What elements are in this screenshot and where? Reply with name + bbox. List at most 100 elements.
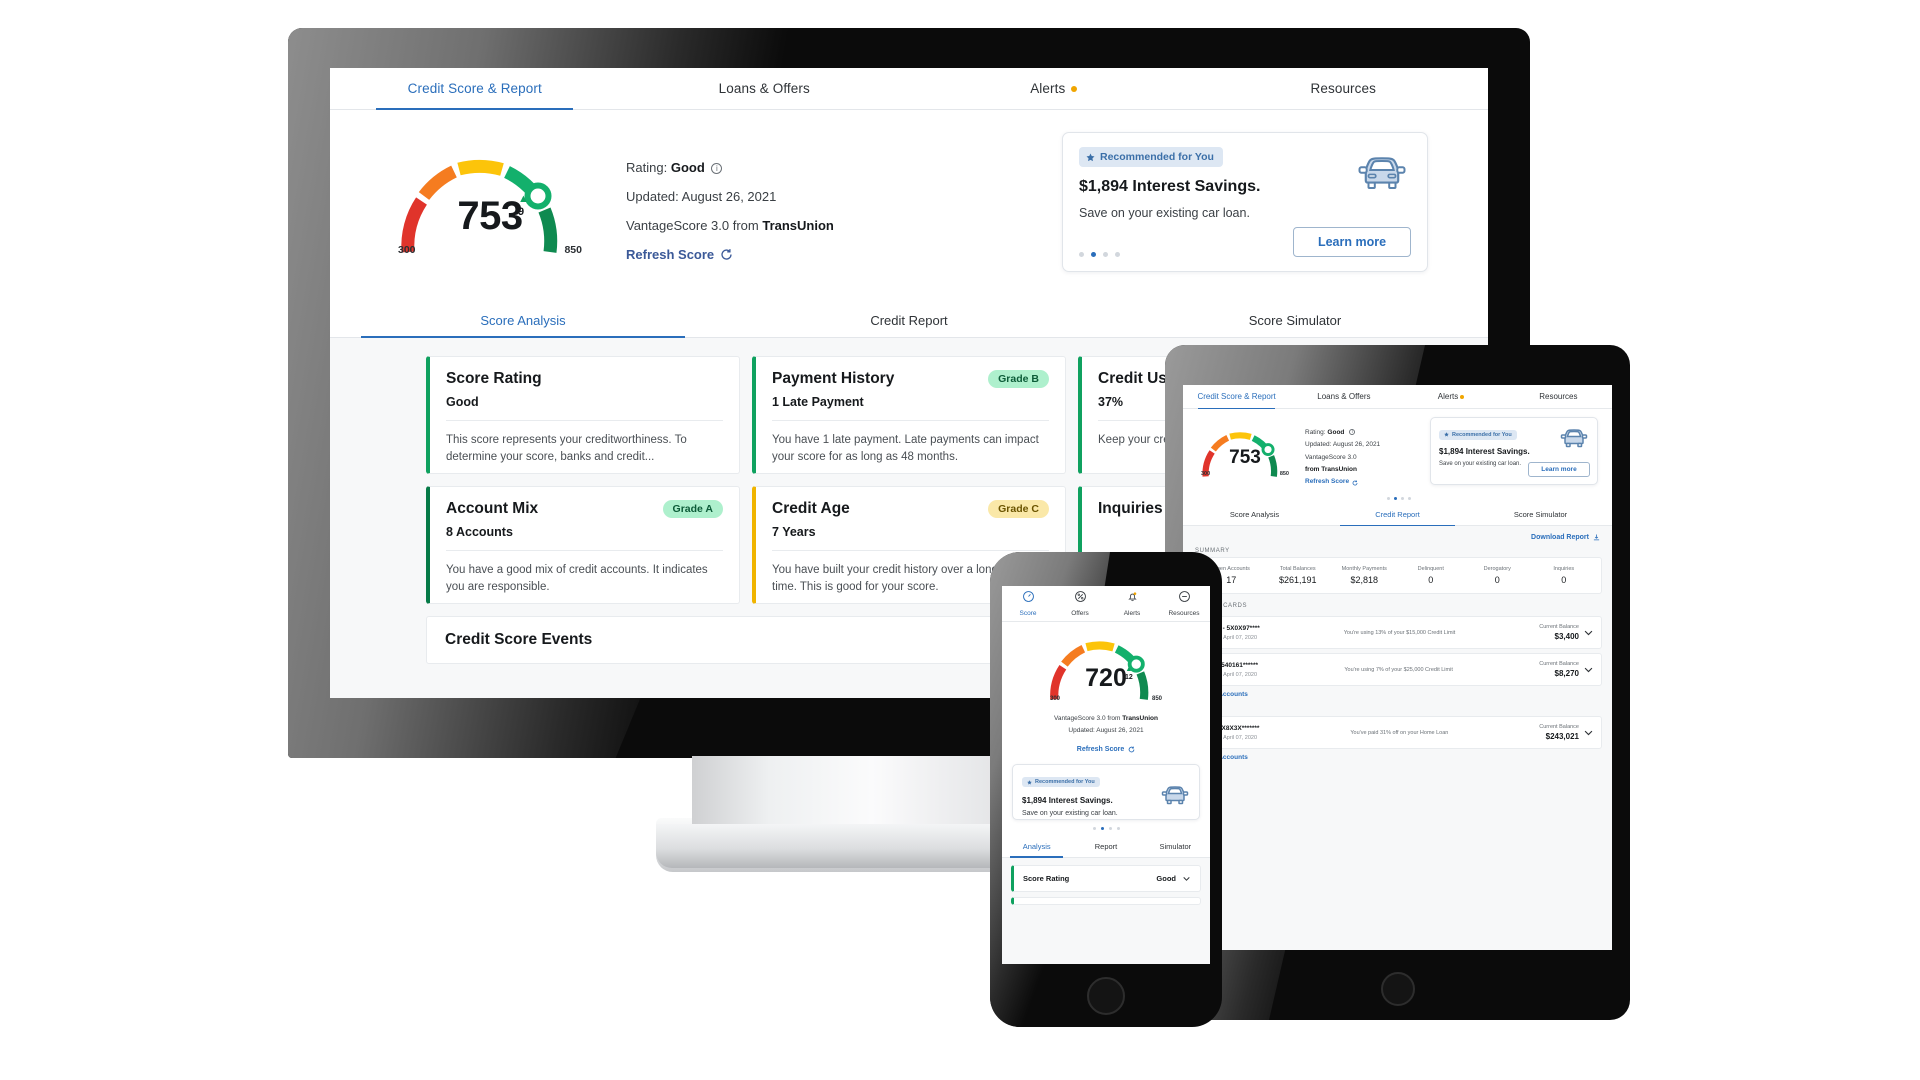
rating-value: Good xyxy=(1327,429,1345,436)
carousel-dot-active[interactable] xyxy=(1393,497,1397,500)
card-header: Credit Age Grade C xyxy=(772,500,1049,518)
carousel-dot-active[interactable] xyxy=(1091,252,1096,257)
closed-accounts-link[interactable]: Closed Accounts xyxy=(1193,686,1602,701)
closed-accounts-link[interactable]: Closed Accounts xyxy=(1193,749,1602,764)
tablet-subtab-credit-report[interactable]: Credit Report xyxy=(1326,504,1469,526)
grade-badge: Grade B xyxy=(988,370,1049,388)
tab-alerts[interactable]: Alerts xyxy=(909,68,1199,109)
account-row[interactable]: ASE - 540161****** updated April 07, 202… xyxy=(1193,653,1602,686)
carousel-dot[interactable] xyxy=(1116,826,1120,830)
recommended-badge: Recommended for You xyxy=(1439,429,1517,440)
tablet-home-button[interactable] xyxy=(1380,972,1415,1006)
learn-more-button[interactable]: Learn more xyxy=(1293,227,1411,257)
credit-cards-section-label: CREDIT CARDS xyxy=(1195,603,1248,609)
phone-nav-score[interactable]: Score xyxy=(1002,590,1054,617)
offers-tag-icon xyxy=(1074,591,1086,602)
recommended-badge: Recommended for You xyxy=(1022,777,1100,788)
estate-section-label: ESTATE xyxy=(1193,701,1602,712)
row-value: Good xyxy=(1156,874,1191,883)
factor-card-score-rating[interactable]: Score Rating Good This score represents … xyxy=(426,356,740,474)
carousel-dot[interactable] xyxy=(1103,252,1108,257)
download-report-link[interactable]: Download Report xyxy=(1193,532,1602,546)
phone-tab-simulator[interactable]: Simulator xyxy=(1141,836,1210,857)
summary-cell-derogatory: Derogatory 0 xyxy=(1483,566,1511,585)
phone-carousel-dots[interactable] xyxy=(1002,826,1210,830)
phone-list-item-score-rating[interactable]: Score Rating Good xyxy=(1011,864,1201,892)
promo-subtitle: Save on your existing car loan. xyxy=(1079,206,1250,220)
carousel-dot[interactable] xyxy=(1079,252,1084,257)
phone-score-hero: 720 ▲ 12 300 850 VantageScore 3.0 from T… xyxy=(1002,622,1210,756)
tablet-tab-resources[interactable]: Resources xyxy=(1505,385,1612,408)
card-value: 1 Late Payment xyxy=(772,395,864,409)
factor-card-account-mix[interactable]: Account Mix Grade A 8 Accounts You have … xyxy=(426,486,740,604)
tab-credit-score-report[interactable]: Credit Score & Report xyxy=(330,68,620,110)
carousel-dot[interactable] xyxy=(1108,826,1112,830)
gauge-min-label: 300 xyxy=(398,244,416,256)
phone-tab-report[interactable]: Report xyxy=(1071,836,1140,857)
credit-score-gauge: 753 ▲ 9 300 850 xyxy=(390,132,590,258)
bureau-line-2: from TransUnion xyxy=(1305,466,1358,474)
carousel-dot[interactable] xyxy=(1092,826,1096,830)
info-icon[interactable]: i xyxy=(1349,429,1356,435)
alerts-badge-icon xyxy=(1071,85,1078,92)
phone-bottom-nav: Score Offers Alerts Resources xyxy=(1002,586,1210,622)
phone-list-item-partial[interactable] xyxy=(1011,896,1201,905)
phone-home-button[interactable] xyxy=(1087,977,1125,1015)
card-value: Good xyxy=(446,395,479,409)
gauge-max-label: 850 xyxy=(1151,696,1162,702)
tab-loans-offers[interactable]: Loans & Offers xyxy=(620,68,910,109)
promo-subtitle: Save on your existing car loan. xyxy=(1439,461,1522,467)
phone-refresh-score-link[interactable]: Refresh Score xyxy=(1077,746,1135,753)
rating-line: Rating: Good i xyxy=(1305,427,1380,439)
phone-analysis-list: Score Rating Good xyxy=(1002,857,1210,964)
phone-promo-card[interactable]: Recommended for You $1,894 Interest Savi… xyxy=(1012,763,1200,820)
account-row[interactable]: BANK - 5X0X97**** updated April 07, 2020… xyxy=(1193,616,1602,649)
phone-nav-offers[interactable]: Offers xyxy=(1054,590,1106,617)
tablet-tab-loans-offers[interactable]: Loans & Offers xyxy=(1290,385,1397,408)
carousel-dot[interactable] xyxy=(1407,497,1411,500)
tablet-carousel-dots[interactable] xyxy=(1183,497,1612,500)
phone-tab-analysis[interactable]: Analysis xyxy=(1002,836,1071,858)
subtab-score-analysis[interactable]: Score Analysis xyxy=(330,304,716,338)
tablet-tab-alerts[interactable]: Alerts xyxy=(1398,385,1505,408)
chevron-down-icon[interactable] xyxy=(1583,627,1594,638)
carousel-dot[interactable] xyxy=(1115,252,1120,257)
tab-resources[interactable]: Resources xyxy=(1199,68,1489,109)
updated-date: Updated: August 26, 2021 xyxy=(1305,441,1381,449)
tablet-promo-card[interactable]: Recommended for You $1,894 Interest Savi… xyxy=(1430,417,1598,485)
score-hero: 753 ▲ 9 300 850 Rating: Good i Updated: … xyxy=(330,110,1488,300)
phone-nav-resources[interactable]: Resources xyxy=(1158,590,1210,617)
tablet-subtab-score-simulator[interactable]: Score Simulator xyxy=(1469,504,1612,525)
summary-section-label: SUMMARY xyxy=(1195,548,1230,554)
refresh-score-link[interactable]: Refresh Score xyxy=(626,247,733,262)
chevron-down-icon[interactable] xyxy=(1583,727,1594,738)
card-title: Credit Age xyxy=(772,500,850,517)
gauge-score-delta: ▲ 9 xyxy=(518,193,529,218)
tablet-credit-score-gauge: 753 300 850 xyxy=(1197,417,1293,497)
carousel-dot[interactable] xyxy=(1386,497,1390,500)
carousel-dot-active[interactable] xyxy=(1100,826,1104,830)
carousel-dot[interactable] xyxy=(1400,497,1404,500)
phone-nav-alerts[interactable]: Alerts xyxy=(1106,590,1158,617)
tablet-subtab-score-analysis[interactable]: Score Analysis xyxy=(1183,504,1326,525)
grade-badge: Grade C xyxy=(988,500,1049,518)
chevron-down-icon[interactable] xyxy=(1583,664,1594,675)
card-description: This score represents your creditworthin… xyxy=(446,434,687,463)
subtab-credit-report[interactable]: Credit Report xyxy=(716,304,1102,337)
tablet-tab-credit-score-report[interactable]: Credit Score & Report xyxy=(1183,385,1290,409)
car-icon xyxy=(1355,147,1409,198)
row-label: Score Rating xyxy=(1023,873,1070,883)
chevron-down-icon[interactable] xyxy=(1182,874,1191,883)
tablet-sub-nav: Score Analysis Credit Report Score Simul… xyxy=(1183,504,1612,526)
promo-card[interactable]: Recommended for You $1,894 Interest Savi… xyxy=(1062,132,1428,272)
card-value: 7 Years xyxy=(772,525,816,539)
learn-more-button[interactable]: Learn more xyxy=(1528,462,1590,477)
card-divider xyxy=(446,420,723,421)
account-row[interactable]: HM - 7X8X3X******* updated April 07, 202… xyxy=(1193,716,1602,749)
subtab-score-simulator[interactable]: Score Simulator xyxy=(1102,304,1488,337)
info-icon[interactable]: i xyxy=(711,163,723,174)
account-balance: Current Balance $243,021 xyxy=(1539,724,1579,741)
factor-card-payment-history[interactable]: Payment History Grade B 1 Late Payment Y… xyxy=(752,356,1066,474)
refresh-score-link[interactable]: Refresh Score xyxy=(1305,476,1380,488)
refresh-icon xyxy=(721,249,732,260)
